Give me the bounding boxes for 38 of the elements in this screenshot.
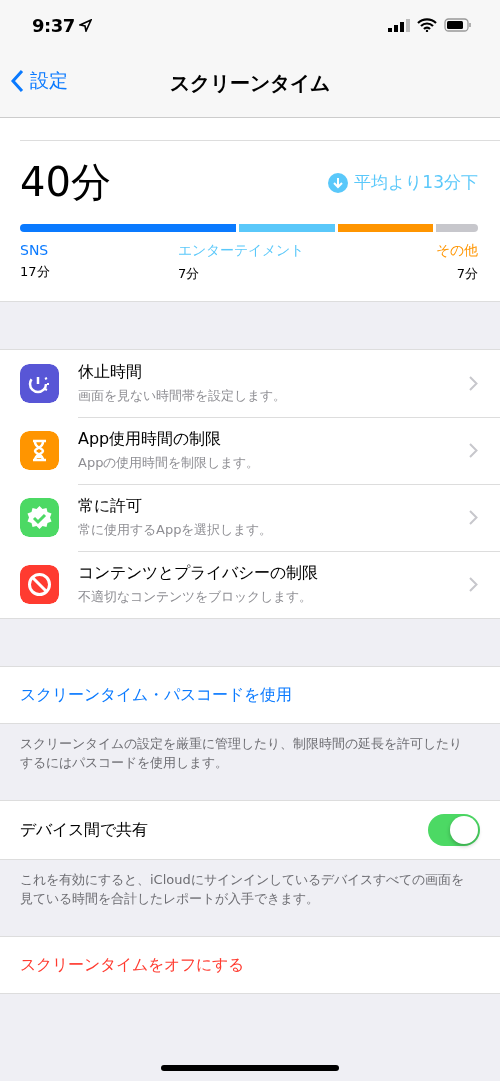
settings-row[interactable]: コンテンツとプライバシーの制限 不適切なコンテンツをブロックします。 xyxy=(0,551,500,618)
turn-off-link[interactable]: スクリーンタイムをオフにする xyxy=(0,936,500,994)
category-time: 7分 xyxy=(456,265,478,283)
category-time: 7分 xyxy=(178,265,201,283)
row-title: コンテンツとプライバシーの制限 xyxy=(78,563,319,584)
status-time: 9:37 xyxy=(32,14,75,36)
back-button[interactable]: 設定 xyxy=(10,68,68,94)
location-icon xyxy=(78,18,92,32)
row-title: 休止時間 xyxy=(78,361,143,383)
signal-icon xyxy=(388,18,410,32)
category-name: エンターテイメント xyxy=(178,242,305,260)
chevron-right-icon xyxy=(469,442,478,458)
row-title: App使用時間の制限 xyxy=(78,428,223,450)
settings-row[interactable]: App使用時間の制限 Appの使用時間を制限します。 xyxy=(0,417,500,484)
row-subtitle: 不適切なコンテンツをブロックします。 xyxy=(78,588,313,606)
page-title: スクリーンタイム xyxy=(170,70,330,97)
category-name: その他 xyxy=(436,242,478,260)
footer-note: これを有効にすると、iCloudにサインインしているデバイスすべての画面を見ている時間を合計したレポートが入手できます。 xyxy=(20,872,464,906)
passcode-link[interactable]: スクリーンタイム・パスコードを使用 xyxy=(0,666,500,724)
row-subtitle: 画面を見ない時間帯を設定します。 xyxy=(78,386,287,405)
settings-row[interactable]: 休止時間 画面を見ない時間帯を設定します。 xyxy=(0,350,500,417)
chevron-right-icon xyxy=(469,577,478,592)
average-comparison: 平均より13分下 xyxy=(354,171,478,194)
chevron-right-icon xyxy=(469,375,478,391)
wifi-icon xyxy=(417,18,437,32)
row-subtitle: 常に使用するAppを選択します。 xyxy=(78,520,274,539)
chevron-right-icon xyxy=(469,509,478,525)
category-time: 17分 xyxy=(20,263,51,281)
row-title: 常に許可 xyxy=(78,495,143,517)
settings-row[interactable]: 常に許可 常に使用するAppを選択します。 xyxy=(0,484,500,551)
category-name: SNS xyxy=(20,242,50,258)
toggle-switch[interactable] xyxy=(428,814,480,846)
chevron-left-icon xyxy=(10,69,24,93)
share-label: デバイス間で共有 xyxy=(20,819,148,841)
total-time: 40分 xyxy=(20,158,111,207)
row-subtitle: Appの使用時間を制限します。 xyxy=(78,453,261,472)
footer-note: スクリーンタイムの設定を厳重に管理したり、制限時間の延長を許可したりするにはパスコードを使用します。 xyxy=(20,736,462,770)
battery-icon xyxy=(444,18,472,32)
